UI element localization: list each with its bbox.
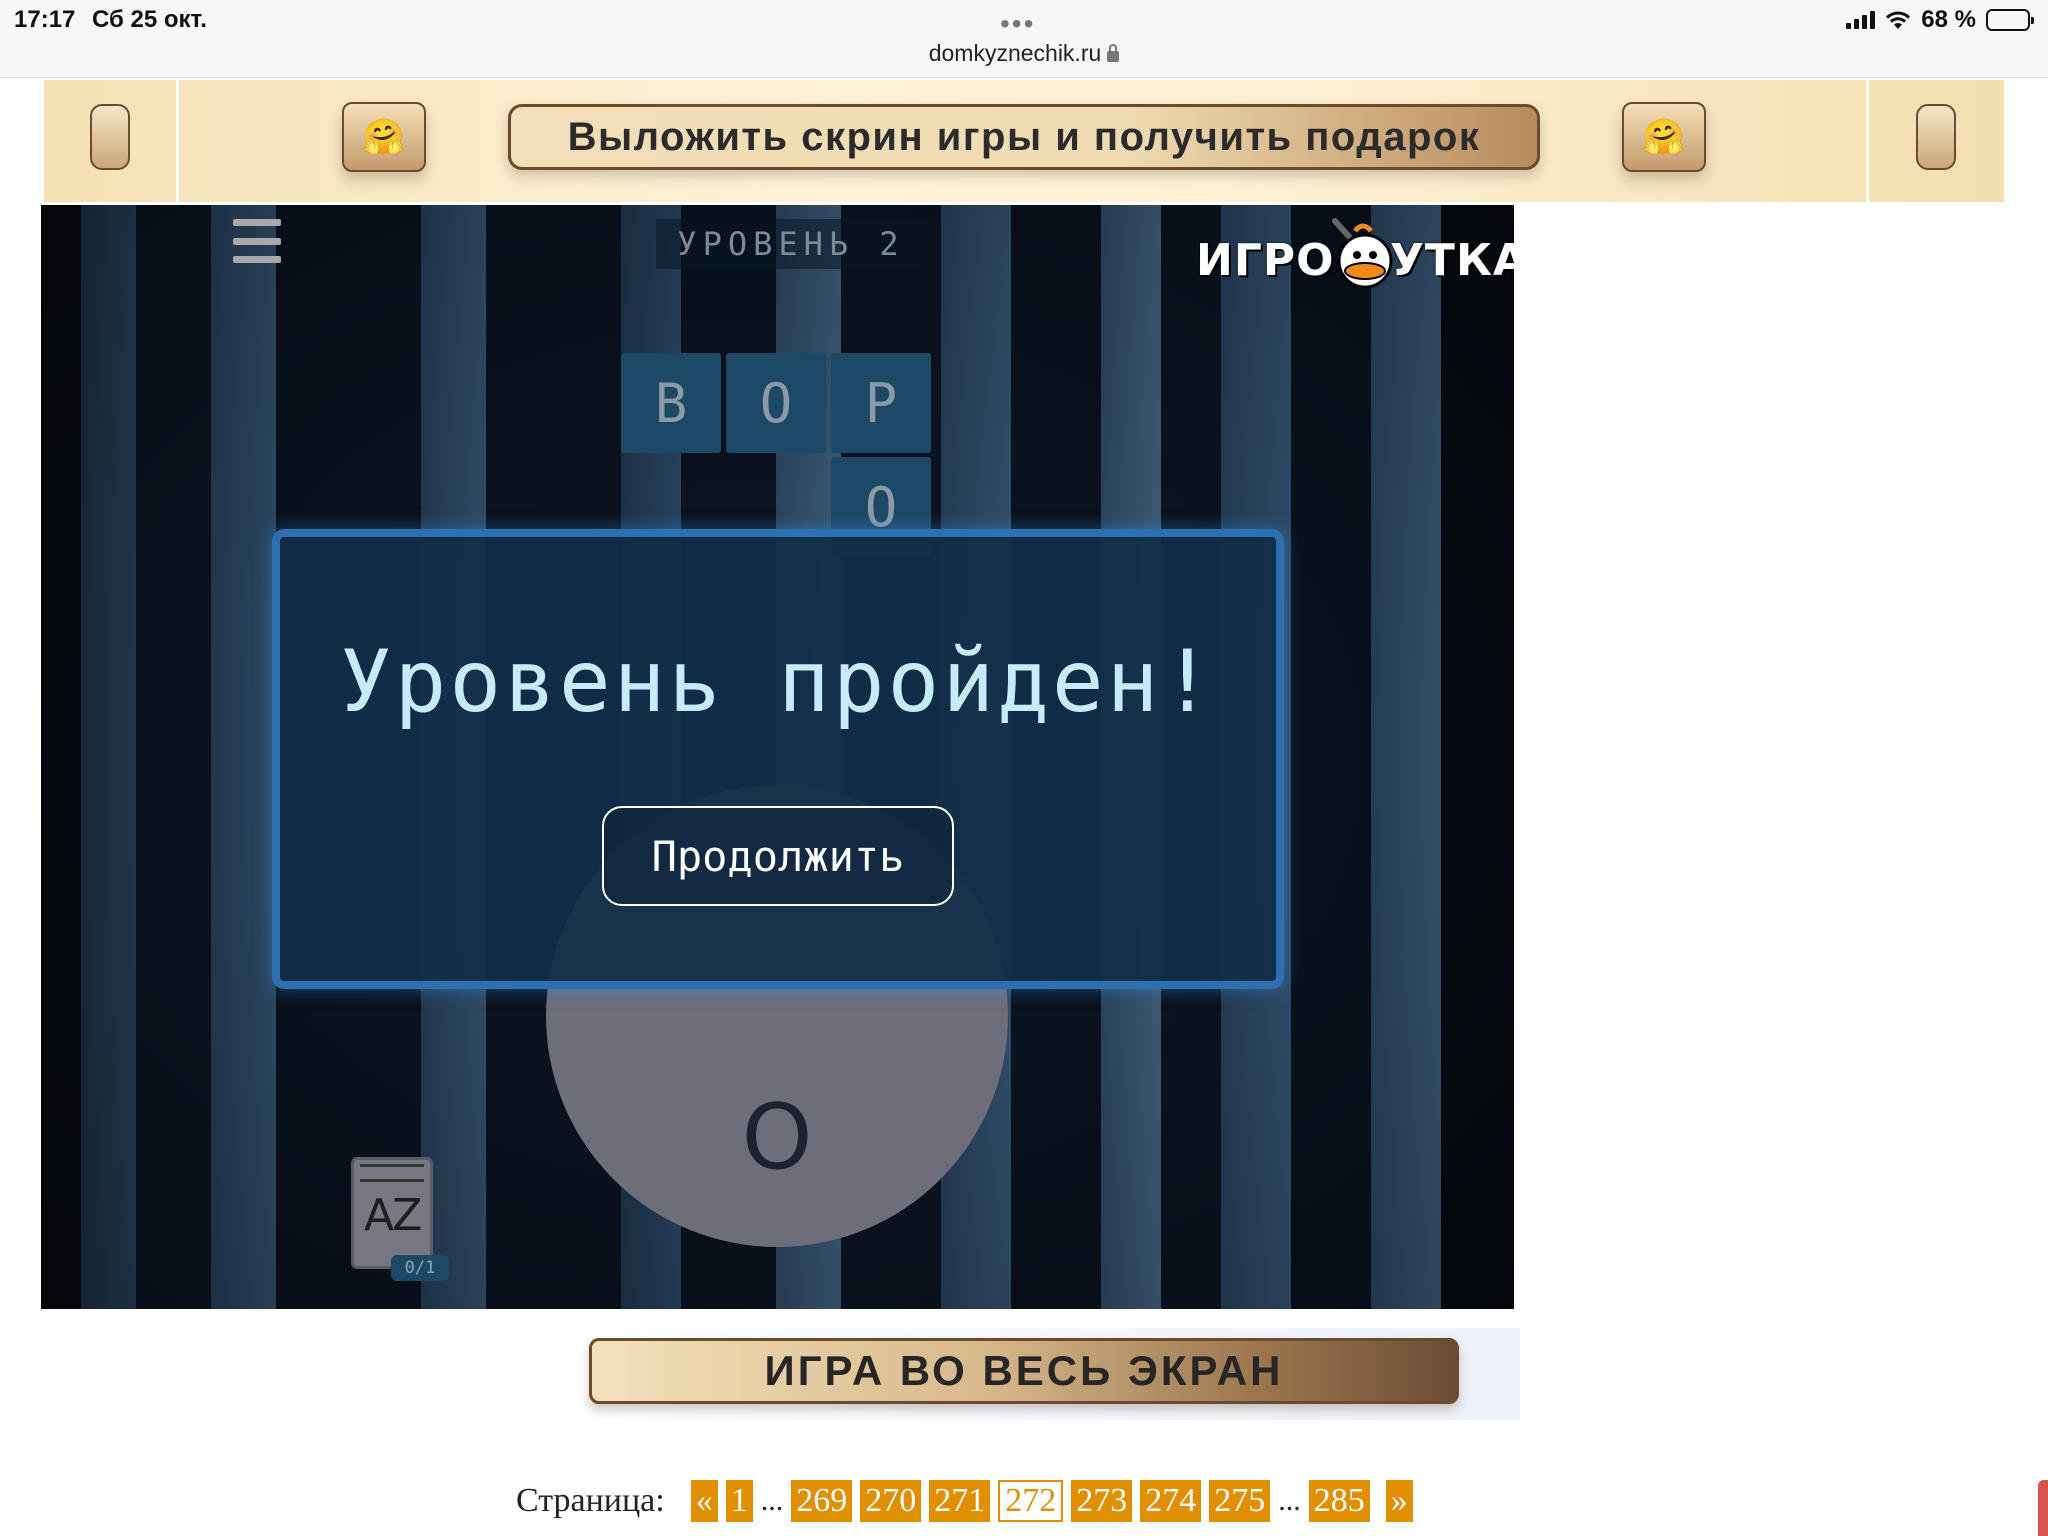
browser-status-bar: 17:17 Сб 25 окт. ••• domkyznechik.ru 68 … (0, 0, 2048, 78)
pagination-ellipsis: ... (760, 1484, 784, 1517)
pagination-ellipsis: ... (1278, 1484, 1301, 1517)
hugging-face-icon: 🤗 (1642, 118, 1686, 156)
url-text: domkyznechik.ru (928, 40, 1102, 66)
pagination-label: Страница: (516, 1482, 665, 1519)
status-icons: 68 % (1846, 6, 2034, 34)
side-widget-tab[interactable] (2038, 1480, 2048, 1536)
hamburger-menu-icon[interactable] (233, 219, 281, 263)
level-complete-dialog: Уровень пройден! Продолжить (272, 529, 1284, 989)
crossword-tile: Р (831, 353, 931, 453)
page-link[interactable]: 270 (860, 1480, 922, 1522)
banner-divider (176, 80, 179, 202)
continue-button[interactable]: Продолжить (602, 806, 954, 906)
wheel-letter[interactable]: О (546, 1085, 1008, 1190)
banner-left-handle (90, 104, 130, 170)
pagination: Страница: « 1 ... 269 270 271 272 273 27… (516, 1480, 1421, 1522)
level-indicator: УРОВЕНЬ 2 (656, 219, 926, 269)
lock-icon (1107, 44, 1120, 62)
duck-icon (1332, 218, 1393, 289)
battery-percent: 68 % (1921, 6, 1976, 33)
share-screenshot-button[interactable]: Выложить скрин игры и получить подарок (508, 104, 1540, 170)
dialog-title: Уровень пройден! (339, 632, 1217, 732)
logo-text-right: УТКА (1390, 235, 1514, 286)
dictionary-button[interactable]: AZ (351, 1157, 433, 1269)
game-canvas[interactable]: УРОВЕНЬ 2 ИГРО УТКА В О Р О О AZ 0/1 Уро… (41, 205, 1514, 1309)
crossword-tile: О (726, 353, 826, 453)
banner-right-handle (1916, 104, 1956, 170)
page-link[interactable]: 269 (791, 1480, 853, 1522)
address-bar[interactable]: domkyznechik.ru (0, 40, 2048, 67)
igroutka-logo: ИГРО УТКА (1196, 215, 1514, 295)
fullscreen-button[interactable]: ИГРА ВО ВЕСЬ ЭКРАН (589, 1338, 1459, 1404)
book-icon (360, 1164, 424, 1182)
page-next-link[interactable]: » (1385, 1480, 1413, 1522)
page-prev-link[interactable]: « (690, 1480, 718, 1522)
hugging-face-icon: 🤗 (362, 118, 406, 156)
cellular-signal-icon (1846, 11, 1876, 29)
page-link[interactable]: 285 (1308, 1480, 1370, 1522)
page-link[interactable]: 274 (1140, 1480, 1202, 1522)
wifi-icon (1886, 11, 1911, 29)
clock: 17:17 (14, 6, 76, 33)
page-link[interactable]: 275 (1209, 1480, 1271, 1522)
page-link[interactable]: 1 (725, 1480, 753, 1522)
banner-divider (1866, 80, 1869, 202)
hugging-face-emoji-button[interactable]: 🤗 (1622, 102, 1706, 172)
page-link[interactable]: 273 (1071, 1480, 1133, 1522)
date: Сб 25 окт. (92, 6, 207, 33)
current-page: 272 (998, 1480, 1064, 1522)
dictionary-counter: 0/1 (391, 1255, 449, 1281)
dictionary-icon-text: AZ (364, 1190, 422, 1241)
logo-text-left: ИГРО (1196, 235, 1335, 286)
crossword-tile: В (621, 353, 721, 453)
more-dots-icon[interactable]: ••• (1000, 10, 1035, 38)
hugging-face-emoji-button[interactable]: 🤗 (342, 102, 426, 172)
page-link[interactable]: 271 (929, 1480, 991, 1522)
promo-banner: 🤗 Выложить скрин игры и получить подарок… (44, 80, 2004, 202)
battery-icon (1986, 9, 2034, 31)
